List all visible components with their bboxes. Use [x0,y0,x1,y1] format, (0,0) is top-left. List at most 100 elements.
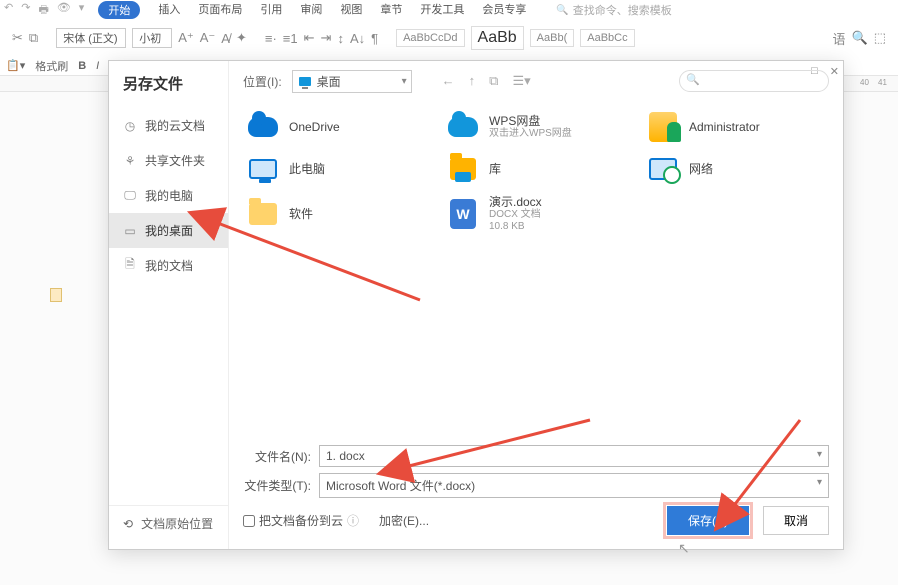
cancel-button[interactable]: 取消 [763,506,829,535]
menubar: ↶ ↷ 🖶 👁 ▾ 开始 插入 页面布局 引用 审阅 视图 章节 开发工具 会员… [0,0,898,20]
linespacing-icon[interactable]: ↕ [337,31,344,46]
qat-undo-icon[interactable]: ↶ [4,1,13,20]
file-name: OneDrive [289,120,340,134]
reset-icon: ⟲ [123,517,133,531]
info-icon[interactable]: ⓘ [347,512,359,529]
filetype-select[interactable]: Microsoft Word 文件(*.docx) [319,473,829,498]
file-item-thispc[interactable]: 此电脑 [247,153,417,185]
file-item-software[interactable]: 软件 [247,195,417,233]
doc-icon: 🗎 [123,259,137,273]
file-item-library[interactable]: 库 [447,153,617,185]
clock-icon: ◷ [123,119,137,133]
filename-input[interactable]: 1. docx [319,445,829,467]
style-normal[interactable]: AaBbCcDd [396,29,464,47]
translate-icon[interactable]: 语 [833,29,846,48]
tab-member[interactable]: 会员专享 [482,1,526,19]
encrypt-button[interactable]: 加密(E)... [379,512,429,529]
clear-format-icon[interactable]: A̸ [221,31,230,46]
find-icon[interactable]: 🔍 [852,30,868,46]
style-heading2[interactable]: AaBb( [530,29,575,47]
backup-checkbox-input[interactable] [243,515,255,527]
qat-print-icon[interactable]: 🖶 [38,1,48,20]
bullets-icon[interactable]: ≡· [265,31,277,46]
location-select[interactable]: 桌面 [292,70,412,93]
sidebar-item-mypc[interactable]: 🖵 我的电脑 [109,178,228,213]
tab-view[interactable]: 视图 [340,1,362,19]
page-thumbnail-icon[interactable] [50,288,62,302]
sidebar-item-shared[interactable]: ⚘ 共享文件夹 [109,143,228,178]
tab-start[interactable]: 开始 [98,1,140,19]
save-as-dialog: □ ✕ 另存文件 ◷ 我的云文档 ⚘ 共享文件夹 🖵 我的电脑 ▭ 我的桌面 🗎… [108,60,844,550]
backup-to-cloud-checkbox[interactable]: 把文档备份到云 ⓘ [243,512,359,529]
file-item-admin[interactable]: Administrator [647,111,817,143]
file-item-onedrive[interactable]: OneDrive [247,111,417,143]
command-search[interactable]: 查找命令、搜索模板 [556,2,671,18]
ribbon-tabs: 开始 插入 页面布局 引用 审阅 视图 章节 开发工具 会员专享 [98,1,526,19]
file-search-input[interactable] [679,70,829,92]
qat-more-icon[interactable]: ▾ [79,1,85,20]
paste-icon[interactable]: 📋▾ [6,59,25,72]
file-size: 10.8 KB [489,221,542,233]
style-heading3[interactable]: AaBbCc [580,29,634,47]
indent-inc-icon[interactable]: ⇥ [321,30,332,46]
file-sub: DOCX 文档 [489,209,542,221]
nav-newfolder-icon[interactable]: ⧉ [489,73,498,89]
user-folder-icon [647,111,679,143]
tab-section[interactable]: 章节 [380,1,402,19]
tab-insert[interactable]: 插入 [158,1,180,19]
filetype-label: 文件类型(T): [243,477,311,494]
dialog-fields: 文件名(N): 1. docx 文件类型(T): Microsoft Word … [229,437,843,549]
cut-icon[interactable]: ✂ [12,30,23,46]
qat-preview-icon[interactable]: 👁 [57,1,71,20]
italic-button[interactable]: I [96,60,99,72]
sidebar-item-label: 我的云文档 [145,117,205,134]
dialog-close-icon[interactable]: ✕ [830,65,839,78]
location-bar: 位置(I): 桌面 ← ↑ ⧉ ☰▾ [229,61,843,101]
save-button[interactable]: 保存(S) [667,506,749,535]
style-heading1[interactable]: AaBb [471,26,524,50]
sidebar-item-desktop[interactable]: ▭ 我的桌面 [109,213,228,248]
file-item-wps[interactable]: WPS网盘 双击进入WPS网盘 [447,111,617,143]
tab-devtools[interactable]: 开发工具 [420,1,464,19]
tab-pagelayout[interactable]: 页面布局 [198,1,242,19]
cursor-ghost-icon: ↖ [678,540,690,557]
font-grow-icon[interactable]: A⁺ [178,30,194,46]
font-shrink-icon[interactable]: A⁻ [200,30,216,46]
indent-dec-icon[interactable]: ⇤ [304,30,315,46]
sidebar-item-cloud[interactable]: ◷ 我的云文档 [109,108,228,143]
sidebar-original-location[interactable]: ⟲ 文档原始位置 [109,505,228,541]
nav-back-icon[interactable]: ← [442,73,455,89]
sidebar-item-label: 我的文档 [145,257,193,274]
font-name-select[interactable]: 宋体 (正文) [56,28,126,48]
tab-review[interactable]: 审阅 [300,1,322,19]
filename-label: 文件名(N): [243,448,311,465]
font-size-select[interactable]: 小初 [132,28,172,48]
quick-access-toolbar: ↶ ↷ 🖶 👁 ▾ [4,1,84,20]
docx-file-icon: W [447,198,479,230]
file-item-demo-docx[interactable]: W 演示.docx DOCX 文档 10.8 KB [447,195,617,233]
showmarks-icon[interactable]: ¶ [371,31,378,46]
bold-button[interactable]: B [78,60,86,72]
sidebar-item-label: 我的桌面 [145,222,193,239]
copy-icon[interactable]: ⧉ [29,30,38,46]
nav-view-icon[interactable]: ☰▾ [512,73,530,89]
sidebar-item-docs[interactable]: 🗎 我的文档 [109,248,228,283]
sort-icon[interactable]: A↓ [350,31,365,46]
file-item-network[interactable]: 网络 [647,153,817,185]
location-label: 位置(I): [243,73,282,90]
nav-up-icon[interactable]: ↑ [469,73,476,89]
dialog-title: 另存文件 [109,73,228,108]
format-painter[interactable]: 格式刷 [35,58,68,74]
font-effects-icon[interactable]: ✦ [236,30,247,46]
qat-redo-icon[interactable]: ↷ [21,1,30,20]
select-icon[interactable]: ⬚ [874,30,886,46]
numbering-icon[interactable]: ≡1 [283,31,298,46]
location-nav-icons: ← ↑ ⧉ ☰▾ [442,73,531,89]
file-name: Administrator [689,120,760,134]
tab-references[interactable]: 引用 [260,1,282,19]
sidebar-item-label: 我的电脑 [145,187,193,204]
network-icon [647,153,679,185]
desktop-icon: ▭ [123,224,137,238]
file-name: 库 [489,162,501,176]
sidebar-footer-label: 文档原始位置 [141,515,213,532]
